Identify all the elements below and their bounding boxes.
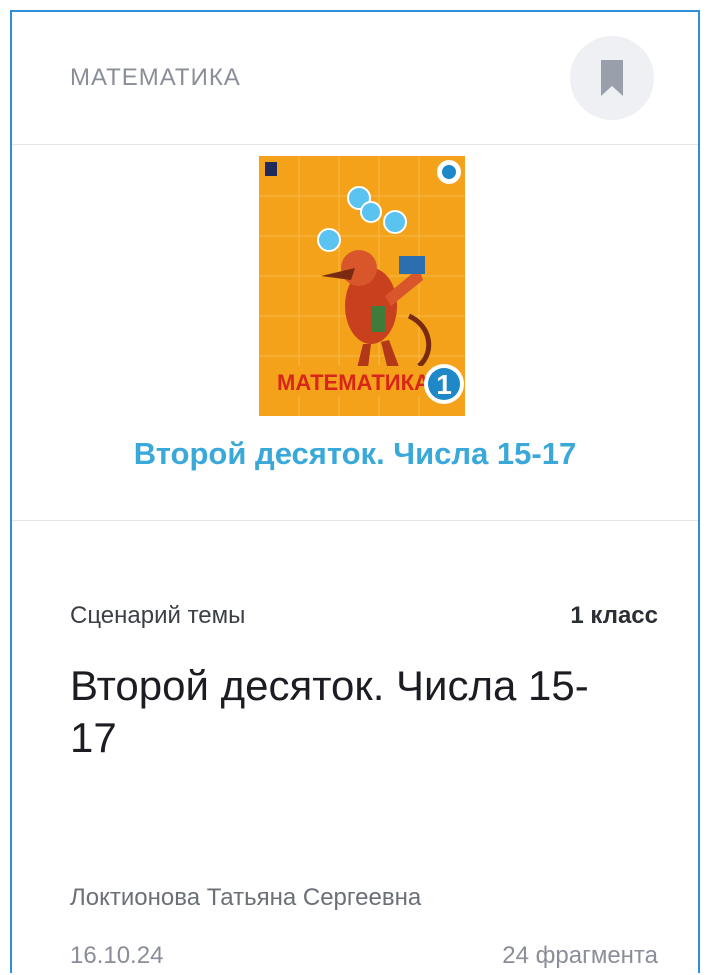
cover-number: 1 xyxy=(436,369,452,400)
cover-title: МАТЕМАТИКА xyxy=(277,370,430,395)
scenario-label: Сценарий темы xyxy=(70,602,246,629)
author-name: Локтионова Татьяна Сергеевна xyxy=(70,884,422,911)
topic-title: Второй десяток. Числа 15-17 xyxy=(70,662,589,761)
book-cover[interactable]: МАТЕМАТИКА 1 xyxy=(259,156,465,416)
date-label: 16.10.24 xyxy=(70,942,164,969)
bookmark-icon xyxy=(601,60,623,96)
cover-section: МАТЕМАТИКА 1 Второй десяток. Числа 15-17 xyxy=(12,144,698,521)
subject-label: МАТЕМАТИКА xyxy=(70,64,241,91)
bookmark-button[interactable] xyxy=(570,36,654,120)
info-section: Сценарий темы 1 класс Второй десяток. Чи… xyxy=(12,520,698,975)
book-cover-image: МАТЕМАТИКА 1 xyxy=(259,156,465,416)
lesson-card[interactable]: МАТЕМАТИКА МАТЕМАТИКА 1 Второй десяток. … xyxy=(10,10,700,973)
topic-link[interactable]: Второй десяток. Числа 15-17 xyxy=(12,436,698,472)
fragments-count: 24 фрагмента xyxy=(502,942,658,969)
card-header: МАТЕМАТИКА xyxy=(12,12,698,145)
grade-label: 1 класс xyxy=(570,602,658,629)
